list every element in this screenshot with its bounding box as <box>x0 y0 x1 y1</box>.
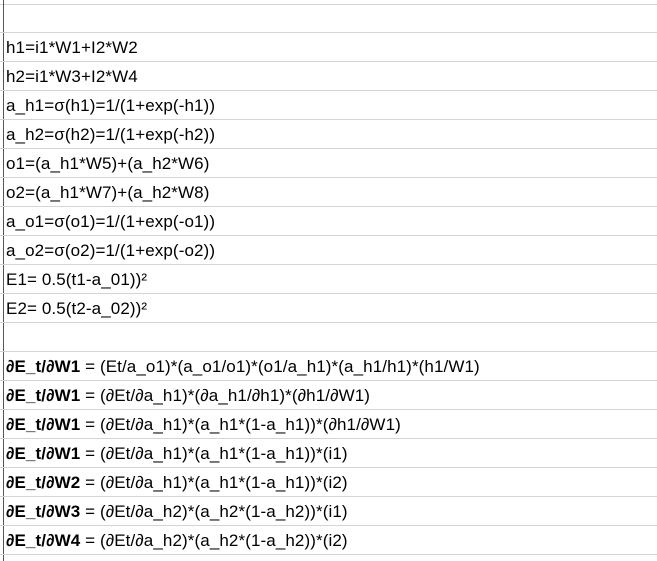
cell-row-derivative[interactable]: ∂E_t/∂W1 = (Et/a_o1)*(a_o1/o1)*(o1/a_h1)… <box>0 352 657 381</box>
cell-row-h2[interactable]: h2=i1*W3+I2*W4 <box>0 62 657 91</box>
cell-value: a_o1=σ(o1)=1/(1+exp(-o1)) <box>6 212 216 231</box>
cell-value: ∂E_t/∂W1 = (Et/a_o1)*(a_o1/o1)*(o1/a_h1)… <box>6 357 480 377</box>
cell-value: ∂E_t/∂W4 = (∂Et/∂a_h2)*(a_h2*(1-a_h2))*(… <box>6 531 348 551</box>
cell-row-empty[interactable] <box>0 323 657 352</box>
cell-value: ∂E_t/∂W1 = (∂Et/∂a_h1)*(a_h1*(1-a_h1))*(… <box>6 415 401 435</box>
cell-value: E1= 0.5(t1-a_01))² <box>6 270 148 289</box>
cell-value: ∂E_t/∂W1 = (∂Et/∂a_h1)*(∂a_h1/∂h1)*(∂h1/… <box>6 386 370 406</box>
derivative-rhs: = (∂Et/∂a_h1)*(a_h1*(1-a_h1))*(∂h1/∂W1) <box>80 415 401 434</box>
derivative-lhs: ∂E_t/∂W1 <box>6 386 81 405</box>
cell-row-o1[interactable]: o1=(a_h1*W5)+(a_h2*W6) <box>0 149 657 178</box>
cell-row-h1[interactable]: h1=i1*W1+I2*W2 <box>0 33 657 62</box>
derivative-lhs: ∂E_t/∂W3 <box>6 502 81 521</box>
cell-value: a_h2=σ(h2)=1/(1+exp(-h2)) <box>6 125 216 144</box>
cell-rows: h1=i1*W1+I2*W2 h2=i1*W3+I2*W4 a_h1=σ(h1)… <box>0 4 657 555</box>
cell-value: h1=i1*W1+I2*W2 <box>6 38 138 57</box>
cell-value: o2=(a_h1*W7)+(a_h2*W8) <box>6 183 210 202</box>
cell-value: ∂E_t/∂W3 = (∂Et/∂a_h2)*(a_h2*(1-a_h2))*(… <box>6 502 348 522</box>
cell-row-o2[interactable]: o2=(a_h1*W7)+(a_h2*W8) <box>0 178 657 207</box>
spreadsheet-grid: h1=i1*W1+I2*W2 h2=i1*W3+I2*W4 a_h1=σ(h1)… <box>0 0 657 561</box>
cell-row-a-h1[interactable]: a_h1=σ(h1)=1/(1+exp(-h1)) <box>0 91 657 120</box>
derivative-lhs: ∂E_t/∂W1 <box>6 415 81 434</box>
cell-row-derivative[interactable]: ∂E_t/∂W4 = (∂Et/∂a_h2)*(a_h2*(1-a_h2))*(… <box>0 526 657 555</box>
cell-value: o1=(a_h1*W5)+(a_h2*W6) <box>6 154 210 173</box>
derivative-rhs: = (∂Et/∂a_h2)*(a_h2*(1-a_h2))*(i1) <box>80 502 348 521</box>
cell-row-a-o1[interactable]: a_o1=σ(o1)=1/(1+exp(-o1)) <box>0 207 657 236</box>
cell-value: h2=i1*W3+I2*W4 <box>6 67 138 86</box>
cell-row-e1[interactable]: E1= 0.5(t1-a_01))² <box>0 265 657 294</box>
cell-row-derivative[interactable]: ∂E_t/∂W1 = (∂Et/∂a_h1)*(a_h1*(1-a_h1))*(… <box>0 410 657 439</box>
derivative-lhs: ∂E_t/∂W1 <box>6 357 81 376</box>
cell-row-derivative[interactable]: ∂E_t/∂W1 = (∂Et/∂a_h1)*(∂a_h1/∂h1)*(∂h1/… <box>0 381 657 410</box>
cell-value: a_h1=σ(h1)=1/(1+exp(-h1)) <box>6 96 216 115</box>
derivative-lhs: ∂E_t/∂W1 <box>6 444 81 463</box>
derivative-lhs: ∂E_t/∂W2 <box>6 473 81 492</box>
cell-row-a-h2[interactable]: a_h2=σ(h2)=1/(1+exp(-h2)) <box>0 120 657 149</box>
derivative-rhs: = (∂Et/∂a_h2)*(a_h2*(1-a_h2))*(i2) <box>80 531 348 550</box>
cell-row-derivative[interactable]: ∂E_t/∂W2 = (∂Et/∂a_h1)*(a_h1*(1-a_h1))*(… <box>0 468 657 497</box>
derivative-lhs: ∂E_t/∂W4 <box>6 531 81 550</box>
cell-row-derivative[interactable]: ∂E_t/∂W3 = (∂Et/∂a_h2)*(a_h2*(1-a_h2))*(… <box>0 497 657 526</box>
cell-value: E2= 0.5(t2-a_02))² <box>6 299 148 318</box>
derivative-rhs: = (Et/a_o1)*(a_o1/o1)*(o1/a_h1)*(a_h1/h1… <box>80 357 480 376</box>
cell-row-e2[interactable]: E2= 0.5(t2-a_02))² <box>0 294 657 323</box>
derivative-rhs: = (∂Et/∂a_h1)*(∂a_h1/∂h1)*(∂h1/∂W1) <box>80 386 371 405</box>
cell-row-empty[interactable] <box>0 4 657 33</box>
cell-row-a-o2[interactable]: a_o2=σ(o2)=1/(1+exp(-o2)) <box>0 236 657 265</box>
cell-value: a_o2=σ(o2)=1/(1+exp(-o2)) <box>6 241 216 260</box>
derivative-rhs: = (∂Et/∂a_h1)*(a_h1*(1-a_h1))*(i1) <box>80 444 348 463</box>
derivative-rhs: = (∂Et/∂a_h1)*(a_h1*(1-a_h1))*(i2) <box>80 473 348 492</box>
cell-value: ∂E_t/∂W2 = (∂Et/∂a_h1)*(a_h1*(1-a_h1))*(… <box>6 473 348 493</box>
cell-value: ∂E_t/∂W1 = (∂Et/∂a_h1)*(a_h1*(1-a_h1))*(… <box>6 444 348 464</box>
cell-row-derivative[interactable]: ∂E_t/∂W1 = (∂Et/∂a_h1)*(a_h1*(1-a_h1))*(… <box>0 439 657 468</box>
